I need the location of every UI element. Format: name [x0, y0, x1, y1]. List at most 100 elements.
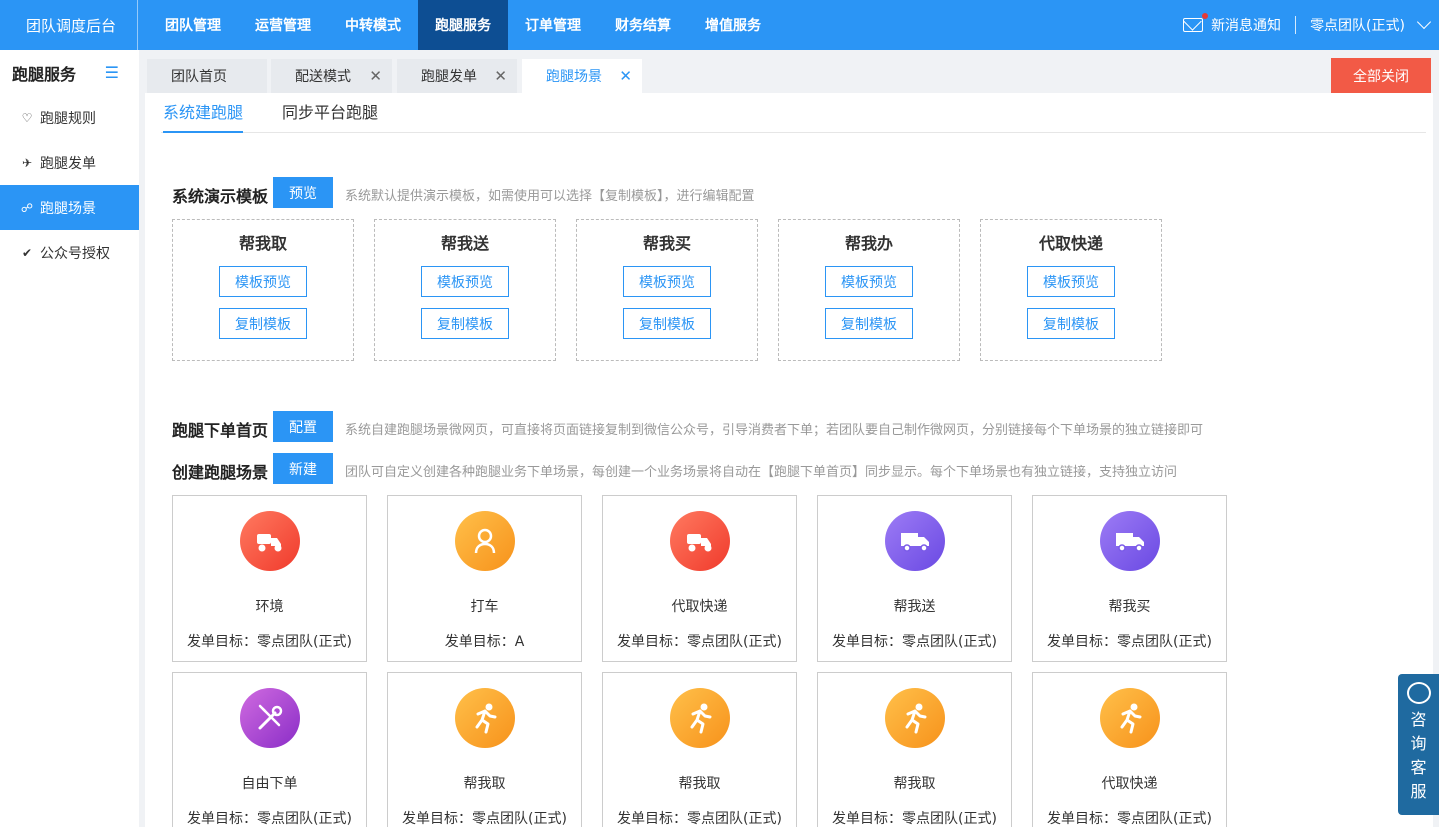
close-all-tabs-button[interactable]: 全部关闭: [1331, 58, 1431, 93]
scene-target: 发单目标：A: [444, 634, 525, 650]
scene-name: 帮我买: [1108, 599, 1151, 615]
sidebar: 跑腿服务 ☰ ♡ 跑腿规则 ✈ 跑腿发单 ☍ 跑腿场景 ✔ 公众号授权: [0, 50, 139, 827]
top-nav-bar: 团队调度后台 团队管理 运营管理 中转模式 跑腿服务 订单管理 财务结算 增值服…: [0, 0, 1439, 50]
tab-label: 配送模式: [295, 69, 351, 85]
template-preview-button[interactable]: 模板预览: [825, 266, 913, 297]
scene-target: 发单目标：零点团队(正式): [832, 634, 997, 650]
tools-icon: [240, 688, 300, 748]
sidebar-header: 跑腿服务 ☰: [0, 50, 139, 95]
sidebar-item-label: 跑腿规则: [40, 110, 96, 127]
scene-name: 帮我取: [678, 776, 721, 792]
template-name: 帮我办: [844, 234, 893, 253]
scooter-icon: ✈: [21, 155, 33, 170]
tab-errand-scenes[interactable]: 跑腿场景 ✕: [522, 59, 642, 93]
template-preview-button[interactable]: 模板预览: [1027, 266, 1115, 297]
driver-icon: [455, 511, 515, 571]
close-icon[interactable]: ✕: [369, 67, 382, 85]
nav-value-added[interactable]: 增值服务: [688, 0, 778, 50]
main-content: 系统建跑腿 同步平台跑腿 系统演示模板 预览 系统默认提供演示模板，如需使用可以…: [145, 93, 1433, 827]
nav-errand-service[interactable]: 跑腿服务: [418, 0, 508, 50]
nav-finance[interactable]: 财务结算: [598, 0, 688, 50]
template-copy-button[interactable]: 复制模板: [825, 308, 913, 339]
close-icon[interactable]: ✕: [619, 67, 632, 85]
nav-order-management[interactable]: 订单管理: [508, 0, 598, 50]
tab-team-home[interactable]: 团队首页: [147, 59, 267, 93]
mail-icon[interactable]: [1183, 13, 1209, 32]
runner-icon: [670, 688, 730, 748]
nav-team-management[interactable]: 团队管理: [148, 0, 238, 50]
sidebar-item-rules[interactable]: ♡ 跑腿规则: [0, 95, 139, 140]
scene-card[interactable]: 帮我取 发单目标：零点团队(正式): [817, 672, 1012, 827]
template-name: 代取快递: [1038, 234, 1103, 253]
sidebar-item-dispatch[interactable]: ✈ 跑腿发单: [0, 140, 139, 185]
tab-label: 跑腿发单: [421, 69, 477, 85]
scene-name: 帮我取: [463, 776, 506, 792]
scene-card[interactable]: 代取快递 发单目标：零点团队(正式): [602, 495, 797, 662]
scene-card[interactable]: 代取快递 发单目标：零点团队(正式): [1032, 672, 1227, 827]
create-section-title: 创建跑腿场景: [172, 463, 269, 482]
template-name: 帮我送: [440, 234, 489, 253]
scene-card[interactable]: 帮我送 发单目标：零点团队(正式): [817, 495, 1012, 662]
scene-name: 代取快递: [671, 599, 728, 615]
scene-card[interactable]: 环境 发单目标：零点团队(正式): [172, 495, 367, 662]
scene-card[interactable]: 帮我取 发单目标：零点团队(正式): [602, 672, 797, 827]
close-icon[interactable]: ✕: [494, 67, 507, 85]
runner-icon: [1100, 688, 1160, 748]
new-scene-button[interactable]: 新建: [273, 453, 333, 484]
template-copy-button[interactable]: 复制模板: [623, 308, 711, 339]
scene-target: 发单目标：零点团队(正式): [617, 811, 782, 827]
scene-name: 代取快递: [1101, 776, 1158, 792]
sidebar-item-label: 公众号授权: [40, 245, 110, 262]
collapse-menu-icon[interactable]: ☰: [105, 63, 119, 82]
scene-target: 发单目标：零点团队(正式): [1047, 634, 1212, 650]
runner-icon: [885, 688, 945, 748]
scene-card[interactable]: 帮我买 发单目标：零点团队(正式): [1032, 495, 1227, 662]
divider: [1295, 16, 1297, 34]
tab-label: 团队首页: [171, 69, 227, 85]
scene-card[interactable]: 帮我取 发单目标：零点团队(正式): [387, 672, 582, 827]
template-preview-button[interactable]: 模板预览: [623, 266, 711, 297]
sidebar-item-scenes[interactable]: ☍ 跑腿场景: [0, 185, 139, 230]
nav-transfer-mode[interactable]: 中转模式: [328, 0, 418, 50]
runner-icon: [455, 688, 515, 748]
subtab-system-errand[interactable]: 系统建跑腿: [163, 93, 244, 133]
configure-button[interactable]: 配置: [273, 411, 333, 442]
template-copy-button[interactable]: 复制模板: [219, 308, 307, 339]
nav-operations[interactable]: 运营管理: [238, 0, 328, 50]
create-hint: 团队可自定义创建各种跑腿业务下单场景，每创建一个业务场景将自动在【跑腿下单首页】…: [345, 465, 1178, 480]
truck-icon: [1100, 511, 1160, 571]
scene-card[interactable]: 自由下单 发单目标：零点团队(正式): [172, 672, 367, 827]
template-card: 帮我办 模板预览 复制模板: [778, 219, 960, 361]
brand-title[interactable]: 团队调度后台: [0, 0, 138, 50]
template-copy-button[interactable]: 复制模板: [421, 308, 509, 339]
template-copy-button[interactable]: 复制模板: [1027, 308, 1115, 339]
tab-label: 跑腿场景: [546, 69, 602, 85]
template-card: 代取快递 模板预览 复制模板: [980, 219, 1162, 361]
notice-link[interactable]: 新消息通知: [1211, 15, 1281, 35]
header-user-area: 新消息通知 零点团队(正式): [1183, 0, 1432, 50]
subtab-sync-platform[interactable]: 同步平台跑腿: [282, 93, 378, 133]
chevron-down-icon[interactable]: [1416, 14, 1432, 30]
template-preview-button[interactable]: 模板预览: [421, 266, 509, 297]
template-card: 帮我买 模板预览 复制模板: [576, 219, 758, 361]
team-selector[interactable]: 零点团队(正式): [1310, 15, 1405, 35]
homepage-section-title: 跑腿下单首页: [172, 421, 269, 440]
tab-errand-dispatch[interactable]: 跑腿发单 ✕: [397, 59, 517, 93]
scene-target: 发单目标：零点团队(正式): [617, 634, 782, 650]
sidebar-item-wechat-auth[interactable]: ✔ 公众号授权: [0, 230, 139, 275]
homepage-hint: 系统自建跑腿场景微网页，可直接将页面链接复制到微信公众号，引导消费者下单；若团队…: [345, 423, 1204, 438]
template-preview-button[interactable]: 模板预览: [219, 266, 307, 297]
scene-target: 发单目标：零点团队(正式): [402, 811, 567, 827]
sidebar-title: 跑腿服务: [12, 64, 77, 84]
badge-icon: ✔: [21, 245, 33, 260]
stethoscope-icon: ♡: [21, 110, 33, 125]
scooter-icon: [670, 511, 730, 571]
unread-dot: [1202, 13, 1209, 19]
consult-service-button[interactable]: 咨询客服: [1398, 674, 1439, 815]
scene-target: 发单目标：零点团队(正式): [1047, 811, 1212, 827]
template-card: 帮我送 模板预览 复制模板: [374, 219, 556, 361]
scene-card[interactable]: 打车 发单目标：A: [387, 495, 582, 662]
preview-button[interactable]: 预览: [273, 177, 333, 208]
demo-hint: 系统默认提供演示模板，如需使用可以选择【复制模板】，进行编辑配置: [345, 189, 755, 204]
tab-delivery-mode[interactable]: 配送模式 ✕: [271, 59, 392, 93]
